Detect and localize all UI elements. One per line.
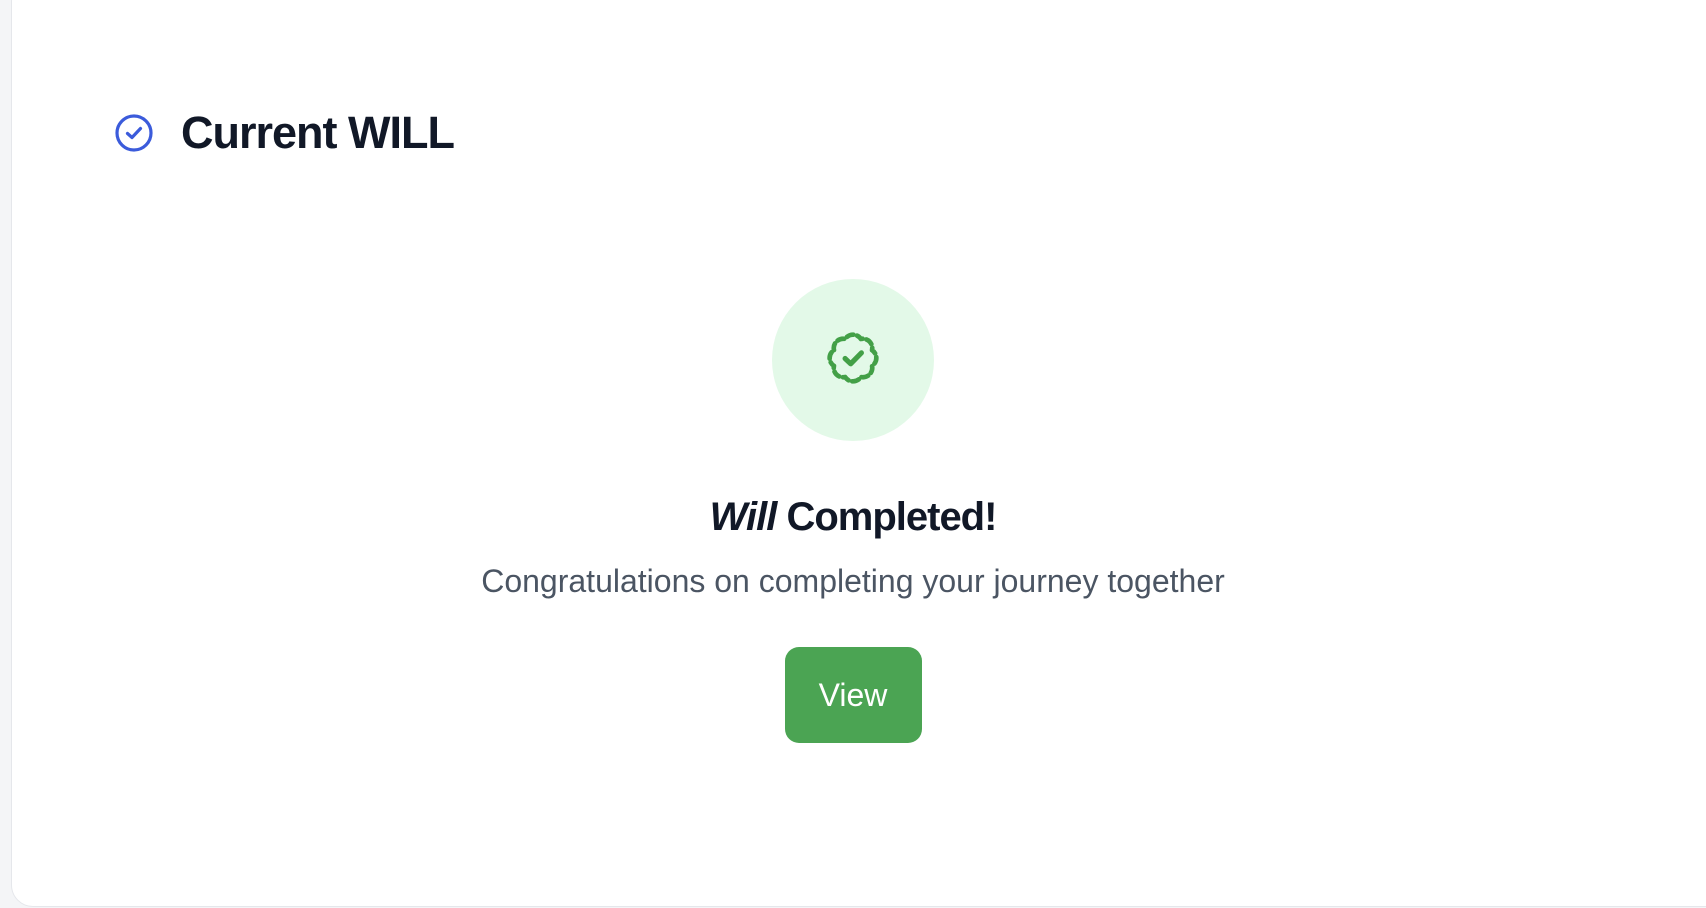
completion-panel: Will Completed! Congratulations on compl… [0,279,1706,743]
card-header: Current WILL [113,107,455,158]
check-circle-icon [113,112,155,154]
page-title: Current WILL [181,107,455,158]
view-button[interactable]: View [784,647,922,743]
completion-title: Will Completed! [709,493,998,541]
completion-subtitle: Congratulations on completing your journ… [481,563,1225,599]
badge-check-icon [825,330,881,391]
completion-badge [772,279,934,441]
completion-title-emphasis: Will [709,495,778,539]
completion-title-text: Completed! [786,495,997,539]
